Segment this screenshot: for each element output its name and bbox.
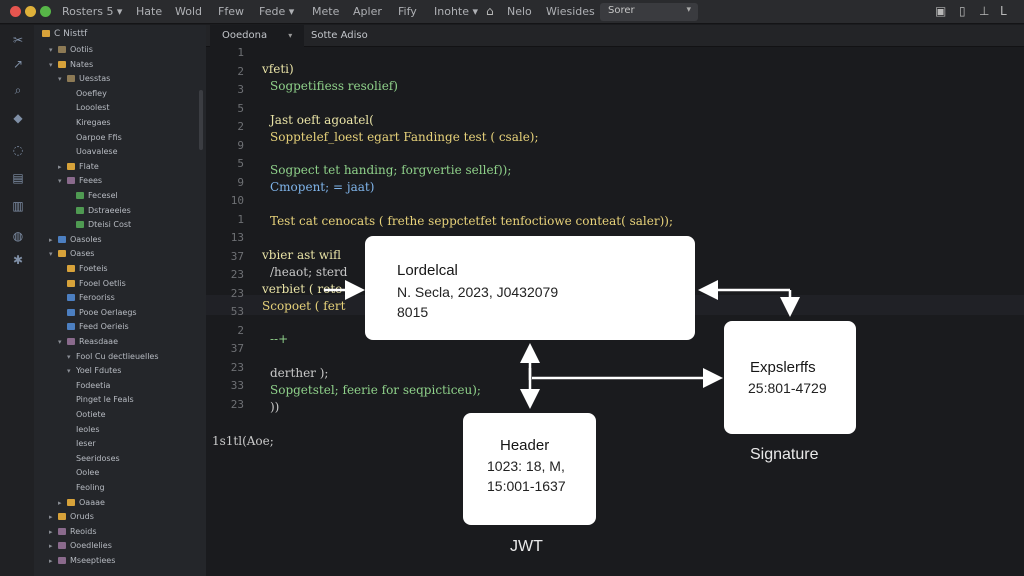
diagram-node-signature: Expslerffs 25:801-4729 <box>724 321 856 434</box>
node-line-1: 1023: 18, M, <box>487 458 565 474</box>
node-title: Expslerffs <box>750 359 816 376</box>
jwt-caption: JWT <box>510 538 543 555</box>
diagram-node-header: Header 1023: 18, M, 15:001-1637 <box>463 413 596 525</box>
node-title: Header <box>500 437 550 454</box>
node-line-1: N. Secla, 2023, J0432079 <box>397 284 559 300</box>
node-line-2: 15:001-1637 <box>487 478 566 494</box>
node-line-2: 8015 <box>397 304 429 320</box>
node-line-1: 25:801-4729 <box>748 380 827 396</box>
signature-caption: Signature <box>750 446 819 463</box>
node-title: Lordelcal <box>397 262 458 279</box>
diagram-node-main: Lordelcal N. Secla, 2023, J0432079 8015 <box>365 236 695 340</box>
